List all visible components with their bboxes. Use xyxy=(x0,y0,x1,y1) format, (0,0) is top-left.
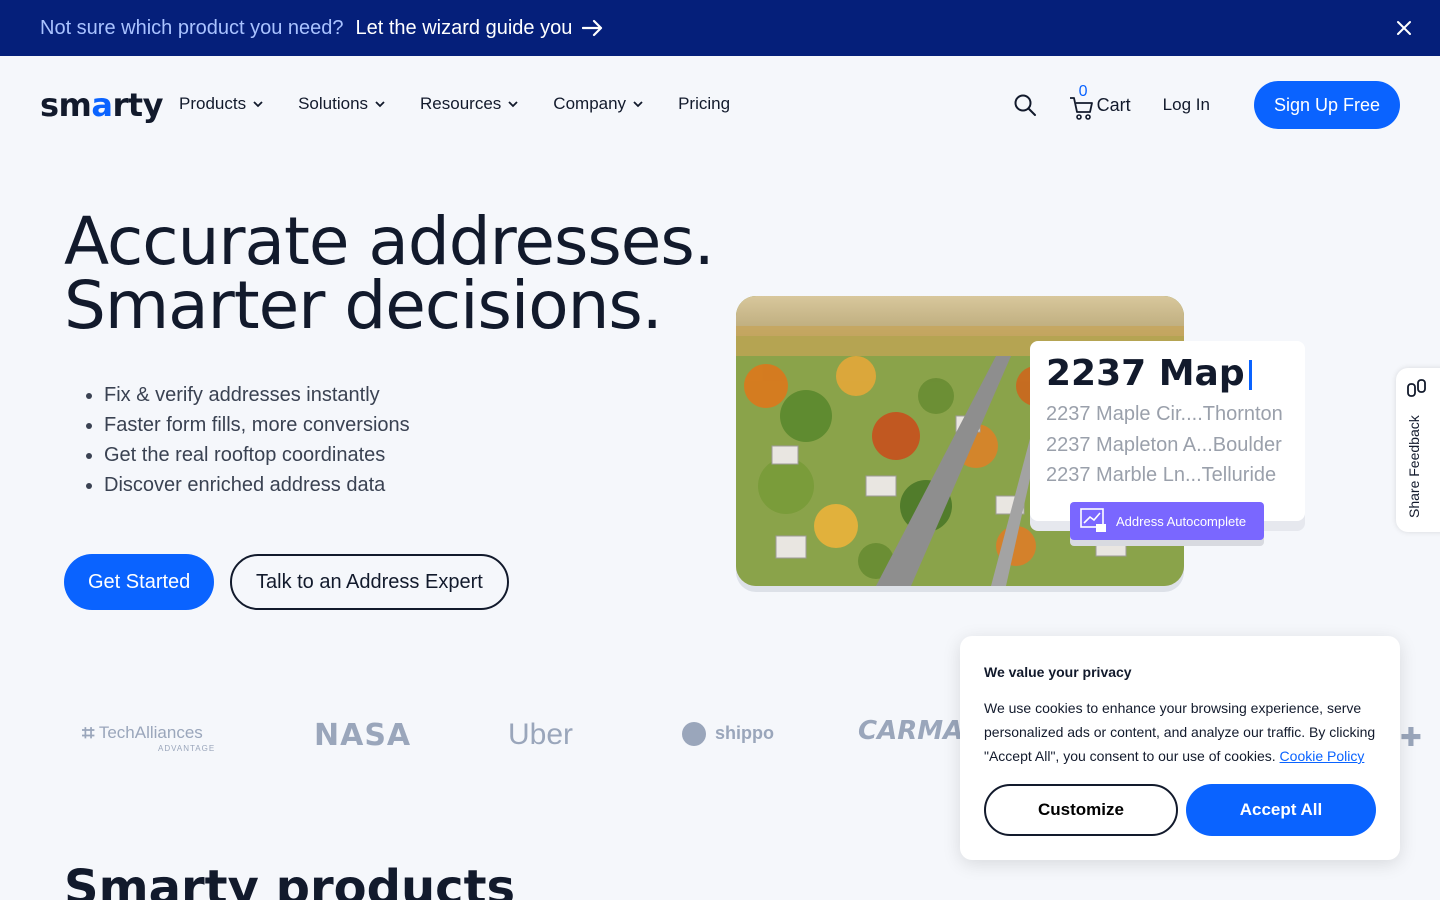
shippo-logo-text: shippo xyxy=(715,722,775,743)
autocomplete-demo-card: 2237 Map 2237 Maple Cir....Thornton 2237… xyxy=(1030,341,1305,521)
nav-item-solutions[interactable]: Solutions xyxy=(298,94,386,114)
close-icon[interactable] xyxy=(1392,16,1416,40)
customize-button[interactable]: Customize xyxy=(984,784,1178,836)
shippo-mark-icon xyxy=(682,722,706,746)
nav-item-label: Products xyxy=(179,94,247,113)
chevron-down-icon xyxy=(508,101,518,108)
chevron-down-icon xyxy=(633,101,643,108)
banner-wizard-link[interactable]: Let the wizard guide you xyxy=(356,17,605,40)
nav-item-pricing[interactable]: Pricing xyxy=(678,94,730,114)
shippo-logo: shippo xyxy=(682,722,774,746)
address-autocomplete-badge: Address Autocomplete xyxy=(1070,502,1264,540)
hero-bullet: Fix & verify addresses instantly xyxy=(104,380,410,410)
main-nav: smarty Products Solutions Resources Comp… xyxy=(0,56,1440,154)
autocomplete-suggestion: 2237 Maple Cir....Thornton xyxy=(1046,403,1283,425)
hero-bullet: Faster form fills, more conversions xyxy=(104,410,410,440)
nav-item-label: Solutions xyxy=(298,94,369,113)
products-section-title: Smarty products xyxy=(64,860,516,900)
cart-label: Cart xyxy=(1096,94,1131,115)
techalliances-mark-icon: ⌗ xyxy=(82,720,95,745)
nav-item-resources[interactable]: Resources xyxy=(420,94,519,114)
uber-logo: Uber xyxy=(508,718,574,751)
nav-item-products[interactable]: Products xyxy=(179,94,264,114)
arrow-right-icon xyxy=(582,19,603,37)
nav-item-label: Company xyxy=(553,94,627,113)
hero-bullet: Get the real rooftop coordinates xyxy=(104,440,410,470)
cart-button[interactable]: 0 Cart xyxy=(1069,83,1131,121)
partial-logo-icon: ✚ xyxy=(1400,722,1422,752)
banner-question: Not sure which product you need? xyxy=(40,16,344,39)
chevron-down-icon xyxy=(253,101,263,108)
hero-bullets: Fix & verify addresses instantly Faster … xyxy=(104,380,410,500)
autocomplete-query: 2237 Map xyxy=(1046,353,1252,394)
get-started-button[interactable]: Get Started xyxy=(64,554,215,610)
techalliances-subtext: ADVANTAGE xyxy=(158,744,216,753)
hero-title-line1: Accurate addresses. xyxy=(64,203,715,280)
banner-wizard-link-label: Let the wizard guide you xyxy=(355,16,573,39)
techalliances-logo: ⌗ TechAlliances ADVANTAGE xyxy=(82,720,214,753)
address-autocomplete-badge-label: Address Autocomplete xyxy=(1116,513,1247,529)
cookie-consent-dialog: We value your privacy We use cookies to … xyxy=(960,636,1400,860)
text-caret xyxy=(1248,360,1252,390)
hero-title-line2: Smarter decisions. xyxy=(64,267,663,344)
nav-menu: Products Solutions Resources Company Pri… xyxy=(179,94,730,114)
search-icon[interactable] xyxy=(1013,93,1037,117)
talk-to-expert-button[interactable]: Talk to an Address Expert xyxy=(230,554,509,610)
accept-all-button[interactable]: Accept All xyxy=(1186,784,1376,836)
signup-button[interactable]: Sign Up Free xyxy=(1253,81,1400,129)
autocomplete-suggestion: 2237 Mapleton A...Boulder xyxy=(1046,434,1282,456)
cart-count: 0 xyxy=(1078,83,1088,100)
feedback-icon xyxy=(1407,379,1426,397)
cookie-policy-link[interactable]: Cookie Policy xyxy=(1280,748,1365,764)
cookie-body: We use cookies to enhance your browsing … xyxy=(984,696,1376,768)
cookie-heading: We value your privacy xyxy=(984,664,1132,680)
chevron-down-icon xyxy=(375,101,385,108)
hero-title: Accurate addresses. Smarter decisions. xyxy=(64,203,715,344)
share-feedback-label: Share Feedback xyxy=(1406,415,1422,518)
nav-actions: 0 Cart Log In Sign Up Free xyxy=(1013,81,1400,129)
nav-item-company[interactable]: Company xyxy=(553,94,644,114)
techalliances-logo-text: TechAlliances xyxy=(98,723,203,742)
login-link[interactable]: Log In xyxy=(1163,95,1210,115)
hero-bullet: Discover enriched address data xyxy=(104,470,410,500)
autocomplete-query-text: 2237 Map xyxy=(1046,353,1245,394)
top-banner: Not sure which product you need? Let the… xyxy=(0,0,1440,56)
autocomplete-suggestion: 2237 Marble Ln...Telluride xyxy=(1046,464,1277,486)
autocomplete-chart-icon xyxy=(1080,508,1106,532)
smarty-logo[interactable]: smarty xyxy=(40,86,163,124)
share-feedback-tab[interactable]: Share Feedback xyxy=(1396,368,1440,532)
cookie-actions: Customize Accept All xyxy=(984,784,1376,836)
nasa-logo: NASA xyxy=(314,718,412,753)
nav-item-label: Pricing xyxy=(678,94,731,113)
nav-item-label: Resources xyxy=(420,94,502,113)
